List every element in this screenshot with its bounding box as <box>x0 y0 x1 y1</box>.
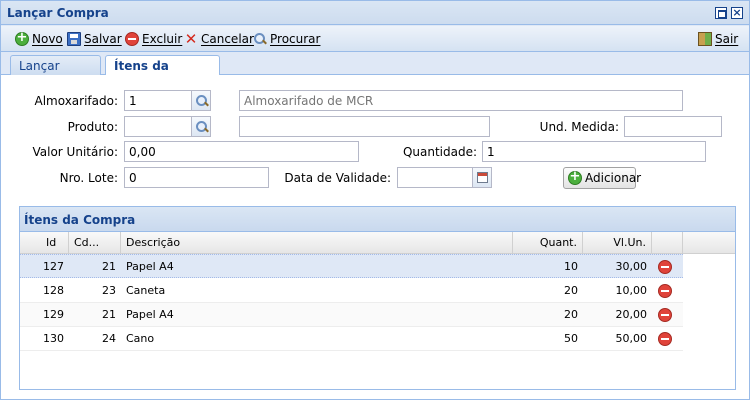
cell-quant: 10 <box>564 260 578 273</box>
items-panel: Almoxarifado: Produto: Und. Medida: Valo… <box>1 75 749 399</box>
tab-strip: Lançar Compra Ítens da Compra <box>1 53 749 87</box>
cell-vlun: 10,00 <box>615 284 648 297</box>
procurar-button[interactable]: Procurar <box>253 31 320 47</box>
almoxarifado-label: Almoxarifado: <box>34 94 118 108</box>
toolbar: Novo Salvar Excluir ✕ Cancelar Procurar … <box>1 26 749 52</box>
excluir-button[interactable]: Excluir <box>125 31 182 47</box>
quantidade-label: Quantidade: <box>402 145 477 159</box>
cell-id: 130 <box>43 332 64 345</box>
nro-lote-label: Nro. Lote: <box>59 171 118 185</box>
cell-cd: 23 <box>102 284 116 297</box>
cancel-x-icon: ✕ <box>184 30 198 48</box>
cell-id: 129 <box>43 308 64 321</box>
und-medida-label: Und. Medida: <box>539 120 619 134</box>
adicionar-label: Adicionar <box>585 171 642 185</box>
cancelar-button[interactable]: ✕ Cancelar <box>184 31 254 47</box>
novo-label: Novo <box>32 32 63 46</box>
date-picker-trigger[interactable] <box>473 167 492 188</box>
add-icon <box>568 169 582 185</box>
table-row[interactable]: 127 21 Papel A4 10 30,00 <box>20 254 683 278</box>
add-icon <box>15 30 29 46</box>
novo-button[interactable]: Novo <box>15 30 63 47</box>
valor-unitario-label: Valor Unitário: <box>32 145 119 159</box>
close-icon[interactable]: × <box>731 7 743 19</box>
remove-row-icon[interactable] <box>658 260 672 274</box>
calendar-icon <box>477 172 488 183</box>
table-row[interactable]: 130 24 Cano 50 50,00 <box>20 327 683 351</box>
column-header-actions <box>652 232 683 254</box>
cell-id: 128 <box>43 284 64 297</box>
produto-label: Produto: <box>67 120 118 134</box>
almoxarifado-search-trigger[interactable] <box>192 90 211 111</box>
tab-itens-da-compra[interactable]: Ítens da Compra <box>105 55 220 87</box>
table-row[interactable]: 128 23 Caneta 20 10,00 <box>20 279 683 303</box>
remove-row-icon[interactable] <box>658 332 672 346</box>
excluir-label: Excluir <box>142 32 183 46</box>
search-icon <box>195 94 209 108</box>
nro-lote-input[interactable] <box>124 167 269 188</box>
cell-id: 127 <box>43 260 64 273</box>
cell-cd: 21 <box>102 308 116 321</box>
items-grid: Ítens da Compra Id Cd... Descrição Quant… <box>19 206 736 390</box>
cell-descricao: Papel A4 <box>126 308 174 321</box>
cell-cd: 24 <box>102 332 116 345</box>
column-header-quant[interactable]: Quant. <box>513 232 583 254</box>
cancelar-label: Cancelar <box>201 32 254 46</box>
cell-cd: 21 <box>102 260 116 273</box>
window-titlebar: Lançar Compra × <box>1 1 749 25</box>
adicionar-button[interactable]: Adicionar <box>563 167 641 189</box>
und-medida-field[interactable] <box>624 116 722 137</box>
table-row[interactable]: 129 21 Papel A4 20 20,00 <box>20 303 683 327</box>
column-header-cd[interactable]: Cd... <box>69 232 121 254</box>
sair-label: Sair <box>715 32 739 46</box>
cell-vlun: 20,00 <box>615 308 648 321</box>
column-header-id[interactable]: Id <box>20 232 69 254</box>
sair-button[interactable]: Sair <box>698 31 738 47</box>
grid-title: Ítens da Compra <box>20 207 735 232</box>
remove-row-icon[interactable] <box>658 284 672 298</box>
quantidade-input[interactable] <box>482 141 706 162</box>
search-icon <box>195 120 209 134</box>
column-header-vlun[interactable]: Vl.Un. <box>583 232 652 254</box>
cell-descricao: Caneta <box>126 284 166 297</box>
cell-vlun: 50,00 <box>615 332 648 345</box>
salvar-button[interactable]: Salvar <box>67 31 122 47</box>
window-title: Lançar Compra <box>7 6 109 20</box>
almoxarifado-description-field <box>239 90 683 111</box>
data-validade-input[interactable] <box>397 167 473 188</box>
search-icon <box>253 32 267 46</box>
delete-icon <box>125 32 139 46</box>
data-validade-label: Data de Validade: <box>284 171 391 185</box>
cell-vlun: 30,00 <box>615 260 648 273</box>
maximize-icon[interactable] <box>715 7 727 19</box>
produto-input[interactable] <box>124 116 192 137</box>
cell-quant: 50 <box>564 332 578 345</box>
produto-search-trigger[interactable] <box>192 116 211 137</box>
cell-descricao: Papel A4 <box>126 260 174 273</box>
cell-quant: 20 <box>564 284 578 297</box>
produto-description-field <box>239 116 490 137</box>
column-header-descricao[interactable]: Descrição <box>121 232 513 254</box>
cell-descricao: Cano <box>126 332 155 345</box>
almoxarifado-input[interactable] <box>124 90 192 111</box>
tab-lancar-compra[interactable]: Lançar Compra <box>10 55 101 87</box>
exit-door-icon <box>698 32 712 46</box>
salvar-label: Salvar <box>84 32 122 46</box>
purchase-window: Lançar Compra × Novo Salvar Excluir ✕ Ca… <box>0 0 750 400</box>
remove-row-icon[interactable] <box>658 308 672 322</box>
procurar-label: Procurar <box>270 32 321 46</box>
cell-quant: 20 <box>564 308 578 321</box>
floppy-icon <box>67 32 81 46</box>
valor-unitario-input[interactable] <box>124 141 359 162</box>
grid-header: Id Cd... Descrição Quant. Vl.Un. <box>20 232 735 254</box>
